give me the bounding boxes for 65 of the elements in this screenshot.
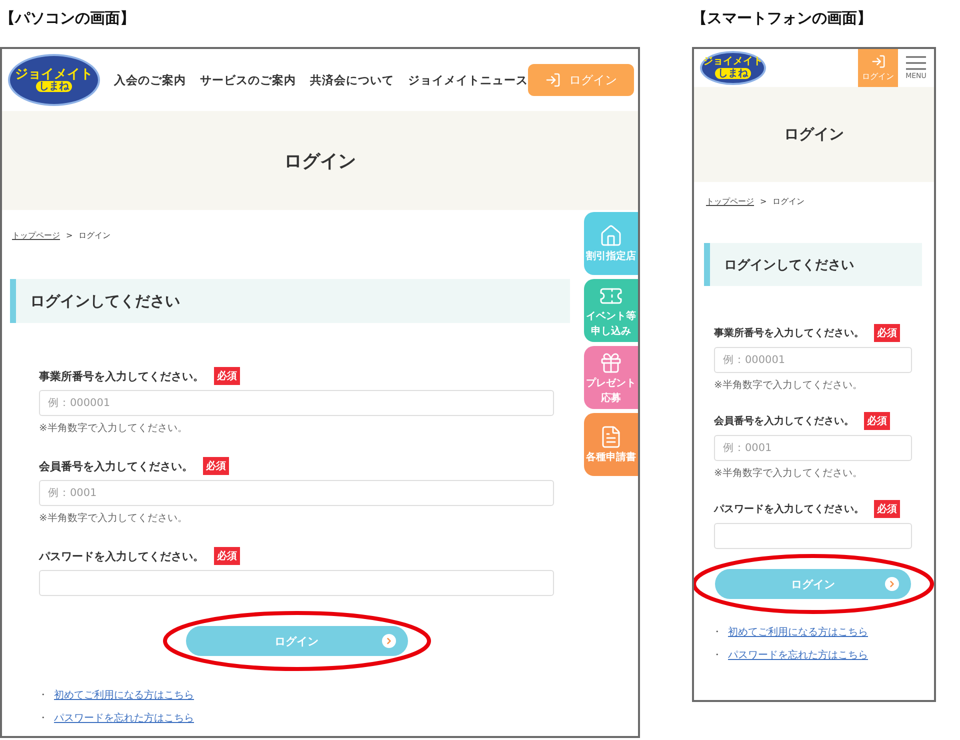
nav-link[interactable]: 共済会について [310, 72, 394, 88]
caption: 【パソコンの画面】 [0, 8, 136, 29]
input-field[interactable] [39, 570, 554, 596]
login-icon [545, 72, 561, 88]
breadcrumb-link[interactable]: トップページ [706, 196, 754, 207]
breadcrumb-current: ログイン [78, 230, 111, 241]
field-note: ※半角数字で入力してください。 [39, 512, 188, 525]
text-link[interactable]: パスワードを忘れた方はこちら [54, 711, 194, 725]
field-label: 会員番号を入力してください。 [39, 458, 193, 474]
field-note: ※半角数字で入力してください。 [714, 378, 864, 392]
field-note: ※半角数字で入力してください。 [714, 466, 864, 480]
required-badge: 必須 [203, 457, 229, 475]
chevron-icon [885, 577, 899, 591]
house-icon [599, 224, 623, 248]
side-tab-label: 割引指定店 [586, 251, 636, 263]
page-title: ログイン [284, 150, 356, 172]
section-heading: ログインしてください [704, 243, 922, 286]
breadcrumb-separator: > [760, 197, 767, 206]
logo-subtext: しまね [36, 81, 72, 92]
logo[interactable]: ジョイメイト しまね [700, 51, 766, 85]
input-field[interactable]: 例：0001 [714, 435, 912, 461]
chevron-icon [382, 634, 396, 648]
field-note: ※半角数字で入力してください。 [39, 422, 188, 435]
list-bullet: ・ [712, 626, 722, 639]
side-tab-label: 各種申請書 [586, 452, 636, 464]
text-link[interactable]: 初めてご利用になる方はこちら [728, 625, 868, 639]
gift-icon [599, 351, 623, 375]
list-bullet: ・ [712, 649, 722, 662]
field-label: 会員番号を入力してください。 [714, 414, 854, 428]
required-badge: 必須 [874, 500, 900, 518]
side-tab-label: 申し込み [591, 326, 631, 337]
input-field[interactable] [714, 523, 912, 549]
required-badge: 必須 [874, 324, 900, 342]
breadcrumb-separator: > [66, 231, 73, 240]
field-label: パスワードを入力してください。 [714, 502, 864, 516]
list-bullet: ・ [38, 712, 48, 725]
logo-subtext: しまね [715, 68, 751, 79]
logo[interactable]: ジョイメイト しまね [8, 54, 100, 106]
side-tab-label: 応募 [601, 392, 621, 404]
breadcrumb-current: ログイン [772, 196, 805, 207]
menu-icon [906, 56, 926, 70]
field-label: 事業所番号を入力してください。 [714, 326, 864, 340]
required-badge: 必須 [214, 547, 240, 565]
side-tab-label: イベント等 [586, 311, 636, 322]
logo-text: ジョイメイト [15, 68, 93, 82]
section-heading: ログインしてください [10, 279, 570, 323]
text-link[interactable]: パスワードを忘れた方はこちら [728, 648, 868, 662]
nav-link[interactable]: 入会のご案内 [114, 72, 186, 88]
field-label: 事業所番号を入力してください。 [39, 368, 204, 384]
input-field[interactable]: 例：0001 [39, 480, 554, 506]
text-link[interactable]: 初めてご利用になる方はこちら [54, 688, 194, 702]
nav-link[interactable]: ジョイメイトニュース [408, 72, 528, 88]
field-label: パスワードを入力してください。 [39, 548, 204, 564]
nav-link[interactable]: サービスのご案内 [200, 72, 296, 88]
required-badge: 必須 [864, 412, 890, 430]
input-field[interactable]: 例：000001 [39, 390, 554, 416]
required-badge: 必須 [214, 367, 240, 385]
login-icon [870, 54, 886, 69]
list-bullet: ・ [38, 689, 48, 702]
breadcrumb-link[interactable]: トップページ [12, 230, 60, 241]
input-field[interactable]: 例：000001 [714, 347, 912, 373]
page-title: ログイン [784, 125, 844, 144]
logo-text: ジョイメイト [703, 57, 763, 68]
side-tab-label: プレゼント [586, 378, 636, 390]
caption: 【スマートフォンの画面】 [692, 8, 873, 29]
